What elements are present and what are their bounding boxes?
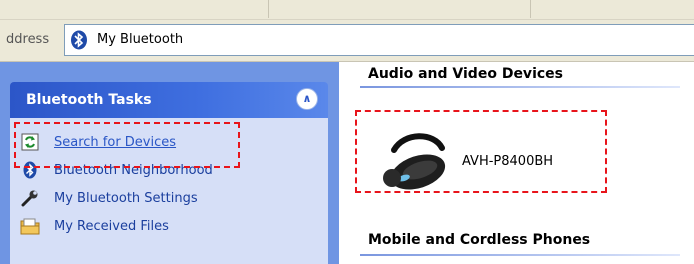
folder-icon xyxy=(20,216,40,236)
highlight-device xyxy=(355,110,607,193)
group-header-audio-video: Audio and Video Devices xyxy=(368,66,563,82)
group-divider xyxy=(360,86,680,88)
bluetooth-icon xyxy=(70,30,88,50)
toolbar-strip xyxy=(0,0,694,20)
group-header-mobile-phones: Mobile and Cordless Phones xyxy=(368,232,591,248)
task-my-received-files[interactable]: My Received Files xyxy=(20,214,169,238)
task-my-bluetooth-settings[interactable]: My Bluetooth Settings xyxy=(20,186,198,210)
group-divider xyxy=(360,254,680,256)
address-bar: ddress My Bluetooth xyxy=(0,20,694,62)
address-field[interactable]: My Bluetooth xyxy=(64,24,694,56)
address-label: ddress xyxy=(6,32,50,47)
toolbar-separator xyxy=(530,0,531,18)
bluetooth-tasks-panel: Bluetooth Tasks ∧ Search for Devices Blu… xyxy=(10,82,328,264)
toolbar-separator xyxy=(268,0,269,18)
wrench-icon xyxy=(20,188,40,208)
bluetooth-tasks-header[interactable]: Bluetooth Tasks ∧ xyxy=(10,82,328,118)
task-label: My Bluetooth Settings xyxy=(54,190,198,206)
collapse-icon[interactable]: ∧ xyxy=(296,88,318,110)
bluetooth-tasks-title: Bluetooth Tasks xyxy=(26,92,152,108)
highlight-search-for-devices xyxy=(14,122,240,168)
address-value: My Bluetooth xyxy=(97,32,184,47)
task-label: My Received Files xyxy=(54,218,169,234)
